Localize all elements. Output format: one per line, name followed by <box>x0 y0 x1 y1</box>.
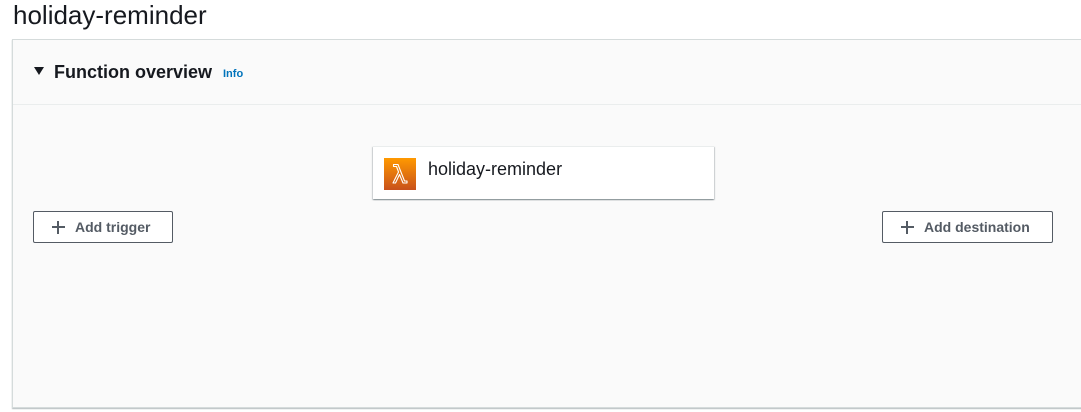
add-destination-label: Add destination <box>924 219 1030 235</box>
info-link[interactable]: Info <box>223 67 243 81</box>
function-diagram: holiday-reminder Add trigger Add destina… <box>13 105 1081 407</box>
add-trigger-label: Add trigger <box>75 219 151 235</box>
function-overview-panel: Function overview Info holiday-reminder … <box>12 39 1081 408</box>
lambda-icon <box>384 158 416 190</box>
add-trigger-button[interactable]: Add trigger <box>33 211 173 243</box>
add-destination-button[interactable]: Add destination <box>882 211 1053 243</box>
page-title: holiday-reminder <box>13 0 207 30</box>
plus-icon <box>901 220 914 234</box>
plus-icon <box>52 220 65 234</box>
function-overview-heading[interactable]: Function overview <box>54 61 212 83</box>
function-card[interactable]: holiday-reminder <box>373 146 714 199</box>
panel-header: Function overview Info <box>13 40 1081 105</box>
function-name: holiday-reminder <box>428 159 563 179</box>
caret-down-icon[interactable] <box>34 67 44 75</box>
